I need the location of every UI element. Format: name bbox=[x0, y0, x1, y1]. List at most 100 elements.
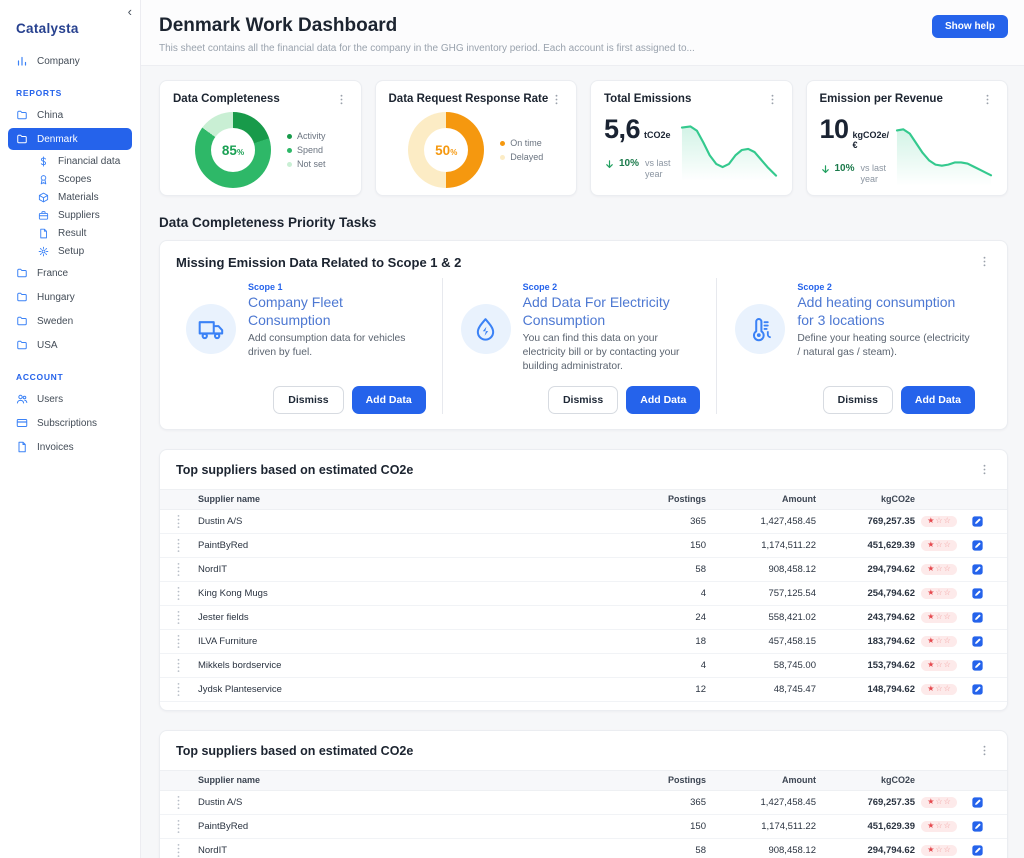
sidebar-item-company[interactable]: Company bbox=[8, 50, 132, 72]
supplier-name: King Kong Mugs bbox=[198, 588, 626, 599]
drag-handle-icon[interactable] bbox=[176, 682, 198, 697]
dismiss-button[interactable]: Dismiss bbox=[273, 386, 343, 414]
dismiss-button[interactable]: Dismiss bbox=[823, 386, 893, 414]
drag-handle-icon[interactable] bbox=[176, 843, 198, 858]
sidebar-nav: Company REPORTS ChinaDenmark Financial data… bbox=[0, 50, 140, 458]
column-header: kgCO2e bbox=[816, 775, 915, 785]
kebab-menu-button[interactable] bbox=[978, 255, 991, 268]
folder-icon bbox=[16, 315, 28, 327]
arrow-down-icon bbox=[820, 164, 831, 175]
kebab-menu-icon[interactable] bbox=[981, 93, 994, 106]
postings-value: 12 bbox=[626, 684, 706, 695]
rating-stars[interactable]: ★☆☆ bbox=[921, 540, 957, 551]
kebab-menu-icon[interactable] bbox=[766, 93, 779, 106]
drag-handle-icon[interactable] bbox=[176, 634, 198, 649]
task-title-link[interactable]: Company Fleet Consumption bbox=[248, 294, 426, 329]
sidebar-item-france[interactable]: France bbox=[8, 262, 132, 284]
edit-button[interactable] bbox=[971, 611, 984, 624]
add-data-button[interactable]: Add Data bbox=[901, 386, 975, 414]
sidebar-item-label: Company bbox=[37, 56, 80, 67]
page-header: Denmark Work Dashboard This sheet contai… bbox=[141, 0, 1024, 66]
sidebar-item-scopes[interactable]: Scopes bbox=[30, 170, 132, 188]
edit-button[interactable] bbox=[971, 683, 984, 696]
kebab-menu-icon[interactable] bbox=[978, 463, 991, 476]
rating-stars[interactable]: ★☆☆ bbox=[921, 516, 957, 527]
edit-cell bbox=[963, 683, 991, 696]
edit-button[interactable] bbox=[971, 659, 984, 672]
rating-stars[interactable]: ★☆☆ bbox=[921, 660, 957, 671]
legend-dot bbox=[287, 134, 292, 139]
column-header: Amount bbox=[706, 494, 816, 504]
sidebar-item-denmark[interactable]: Denmark bbox=[8, 128, 132, 150]
sidebar-item-materials[interactable]: Materials bbox=[30, 188, 132, 206]
kpi-delta-value: 10% bbox=[835, 163, 855, 174]
drag-handle-icon[interactable] bbox=[176, 586, 198, 601]
sidebar-item-china[interactable]: China bbox=[8, 104, 132, 126]
task-title-link[interactable]: Add heating consumption for 3 locations bbox=[797, 294, 975, 329]
drag-handle-icon[interactable] bbox=[176, 658, 198, 673]
sidebar-item-setup[interactable]: Setup bbox=[30, 242, 132, 260]
star-outline-icon: ☆ bbox=[935, 685, 942, 693]
star-filled-icon: ★ bbox=[927, 589, 934, 597]
sidebar-item-users[interactable]: Users bbox=[8, 388, 132, 410]
task-description: Define your heating source (electricity … bbox=[797, 332, 975, 360]
table-row: PaintByRed1501,174,511.22451,629.39★☆☆ bbox=[160, 534, 1007, 558]
rating-stars[interactable]: ★☆☆ bbox=[921, 684, 957, 695]
dismiss-button[interactable]: Dismiss bbox=[548, 386, 618, 414]
edit-button[interactable] bbox=[971, 844, 984, 857]
rating-stars[interactable]: ★☆☆ bbox=[921, 612, 957, 623]
drag-handle-icon[interactable] bbox=[176, 795, 198, 810]
sidebar-item-usa[interactable]: USA bbox=[8, 334, 132, 356]
rating-stars[interactable]: ★☆☆ bbox=[921, 588, 957, 599]
edit-button[interactable] bbox=[971, 587, 984, 600]
rating-cell: ★☆☆ bbox=[915, 588, 963, 599]
sidebar-item-suppliers[interactable]: Suppliers bbox=[30, 206, 132, 224]
kebab-menu-icon[interactable] bbox=[550, 93, 563, 106]
rating-stars[interactable]: ★☆☆ bbox=[921, 821, 957, 832]
sidebar-item-financial-data[interactable]: Financial data bbox=[30, 152, 132, 170]
donut-center: 50% bbox=[424, 128, 468, 172]
sidebar-section-label: REPORTS bbox=[16, 88, 124, 98]
star-filled-icon: ★ bbox=[927, 661, 934, 669]
rating-stars[interactable]: ★☆☆ bbox=[921, 564, 957, 575]
add-data-button[interactable]: Add Data bbox=[352, 386, 426, 414]
drag-handle-icon[interactable] bbox=[176, 819, 198, 834]
sidebar-item-subscriptions[interactable]: Subscriptions bbox=[8, 412, 132, 434]
add-data-button[interactable]: Add Data bbox=[626, 386, 700, 414]
drag-handle-icon[interactable] bbox=[176, 514, 198, 529]
priority-tasks-card: Missing Emission Data Related to Scope 1… bbox=[159, 240, 1008, 430]
sidebar-collapse-button[interactable]: ‹ bbox=[128, 5, 132, 18]
supplier-name: Dustin A/S bbox=[198, 516, 626, 527]
edit-button[interactable] bbox=[971, 820, 984, 833]
amount-value: 1,174,511.22 bbox=[706, 540, 816, 551]
supplier-name: NordIT bbox=[198, 564, 626, 575]
amount-value: 1,427,458.45 bbox=[706, 797, 816, 808]
drag-handle-icon[interactable] bbox=[176, 562, 198, 577]
priority-task: Scope 2Add heating consumption for 3 loc… bbox=[716, 278, 991, 414]
star-outline-icon: ☆ bbox=[935, 613, 942, 621]
edit-button[interactable] bbox=[971, 635, 984, 648]
edit-button[interactable] bbox=[971, 539, 984, 552]
sidebar-item-invoices[interactable]: Invoices bbox=[8, 436, 132, 458]
kgco2e-value: 153,794.62 bbox=[816, 660, 915, 671]
edit-button[interactable] bbox=[971, 515, 984, 528]
rating-stars[interactable]: ★☆☆ bbox=[921, 797, 957, 808]
drag-handle-icon[interactable] bbox=[176, 538, 198, 553]
edit-button[interactable] bbox=[971, 796, 984, 809]
sidebar-item-sweden[interactable]: Sweden bbox=[8, 310, 132, 332]
kebab-menu-icon[interactable] bbox=[978, 744, 991, 757]
sidebar-item-label: Users bbox=[37, 394, 63, 405]
legend-label: Not set bbox=[297, 159, 326, 169]
priority-task: Scope 1Company Fleet ConsumptionAdd cons… bbox=[176, 278, 442, 414]
kgco2e-value: 148,794.62 bbox=[816, 684, 915, 695]
show-help-button[interactable]: Show help bbox=[932, 15, 1008, 38]
sidebar-item-hungary[interactable]: Hungary bbox=[8, 286, 132, 308]
task-title-link[interactable]: Add Data For Electricity Consumption bbox=[523, 294, 701, 329]
rating-stars[interactable]: ★☆☆ bbox=[921, 845, 957, 856]
edit-button[interactable] bbox=[971, 563, 984, 576]
drag-handle-icon[interactable] bbox=[176, 610, 198, 625]
kebab-menu-icon[interactable] bbox=[335, 93, 348, 106]
sidebar-item-result[interactable]: Result bbox=[30, 224, 132, 242]
rating-stars[interactable]: ★☆☆ bbox=[921, 636, 957, 647]
donut-center-value: 50 bbox=[435, 143, 450, 158]
